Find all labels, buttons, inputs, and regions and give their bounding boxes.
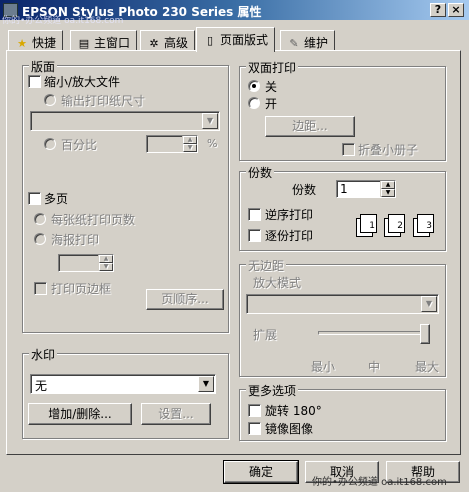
watermark-text: 你的•办公频道 oa.it168.com [2,16,124,26]
duplex-on-radio[interactable] [248,97,260,109]
slider-tick-min: 最小 [311,360,336,374]
help-title-button[interactable]: ? [430,3,446,17]
reverse-order-label: 逆序打印 [265,208,314,222]
duplex-on-label: 开 [265,97,278,111]
fold-booklet-label: 折叠小册子 [358,143,419,157]
poster-label: 海报打印 [51,233,100,247]
collate-page-3-icon: 3 [417,214,434,233]
page-order-button[interactable]: 页顺序... [146,289,224,310]
print-border-label: 打印页边框 [51,282,112,296]
group-title: 更多选项 [246,382,299,399]
collate-checkbox[interactable] [248,229,261,242]
duplex-off-label: 关 [265,80,278,94]
reverse-order-checkbox[interactable] [248,208,261,221]
footer-watermark: 你的•办公频道 oa.it168.com [312,477,447,488]
mirror-label: 镜像图像 [265,422,314,436]
pages-stepper[interactable]: ▲ ▼ [98,255,113,271]
slider-tick-max: 最大 [415,360,440,374]
rotate-checkbox[interactable] [248,404,261,417]
enlarge-mode-label: 放大模式 [253,276,302,290]
multipage-label: 多页 [44,192,69,206]
tab-quick[interactable]: ★ 快捷 [8,30,64,51]
chevron-down-icon[interactable]: ▼ [202,113,218,129]
chevron-down-icon[interactable]: ▼ [198,376,214,392]
gear-icon: ✲ [149,37,159,50]
output-size-label: 输出打印纸尺寸 [61,94,146,108]
tab-page-layout[interactable]: ▯ 页面版式 [196,27,276,52]
scale-checkbox[interactable] [28,75,41,88]
copies-stepper[interactable]: ▲ ▼ [380,181,395,197]
group-title: 双面打印 [246,59,299,76]
fold-booklet-checkbox[interactable] [342,143,355,156]
tab-label: 快捷 [32,36,57,50]
watermark-settings-button[interactable]: 设置... [141,403,211,425]
percent-radio[interactable] [44,138,56,150]
collate-page-2-icon: 2 [388,214,405,233]
duplex-off-radio[interactable] [248,80,260,92]
close-button[interactable]: × [448,3,464,17]
ok-button[interactable]: 确定 [223,460,299,484]
group-title: 份数 [246,164,275,181]
title-bar: EPSON Stylus Photo 230 Series 属性 你的•办公频道… [0,0,469,26]
star-icon: ★ [17,37,27,50]
copies-value: 1 [340,182,348,196]
print-border-checkbox[interactable] [34,282,47,295]
mirror-checkbox[interactable] [248,422,261,435]
collate-label: 逐份打印 [265,229,314,243]
add-delete-watermark-button[interactable]: 增加/删除... [28,403,132,425]
tab-label: 维护 [304,36,329,50]
tab-advanced[interactable]: ✲ 高级 [140,30,196,51]
chevron-down-icon[interactable]: ▼ [421,296,437,312]
collate-page-1-icon: 1 [360,214,377,233]
pages-stepper-field[interactable]: ▲ ▼ [58,254,114,272]
output-size-radio[interactable] [44,94,56,106]
tab-main[interactable]: ▤ 主窗口 [70,30,138,51]
expand-slider-track [318,331,430,335]
pages-per-sheet-label: 每张纸打印页数 [51,213,136,227]
printer-icon: ▤ [78,37,90,50]
brush-icon: ✎ [289,37,299,50]
tab-label: 页面版式 [220,33,269,47]
poster-radio[interactable] [34,233,46,245]
rotate-label: 旋转 180° [265,404,322,418]
tab-label: 高级 [164,36,189,50]
pages-per-sheet-radio[interactable] [34,213,46,225]
output-size-dropdown[interactable]: ▼ [30,111,220,131]
percent-stepper[interactable]: ▲ ▼ [182,136,197,152]
scale-label: 缩小/放大文件 [44,75,121,89]
enlarge-mode-dropdown[interactable]: ▼ [246,294,439,314]
multipage-checkbox[interactable] [28,192,41,205]
copies-label: 份数 [292,183,317,197]
group-title: 无边距 [246,257,287,274]
group-title: 水印 [29,346,58,363]
tab-label: 主窗口 [94,36,131,50]
page-icon: ▯ [206,34,214,47]
tab-maintenance[interactable]: ✎ 维护 [280,30,336,51]
copies-field[interactable]: 1 ▲ ▼ [336,180,396,198]
percent-unit: % [207,137,218,150]
duplex-margin-button[interactable]: 边距... [265,116,355,137]
slider-tick-mid: 中 [368,360,381,374]
expand-label: 扩展 [253,328,278,342]
percent-label: 百分比 [61,138,98,152]
watermark-selected: 无 [35,379,48,393]
percent-field[interactable]: ▲ ▼ [146,135,198,153]
watermark-select[interactable]: 无 ▼ [30,374,216,394]
expand-slider-thumb[interactable] [420,324,430,344]
watermark-group: 水印 [22,346,229,439]
